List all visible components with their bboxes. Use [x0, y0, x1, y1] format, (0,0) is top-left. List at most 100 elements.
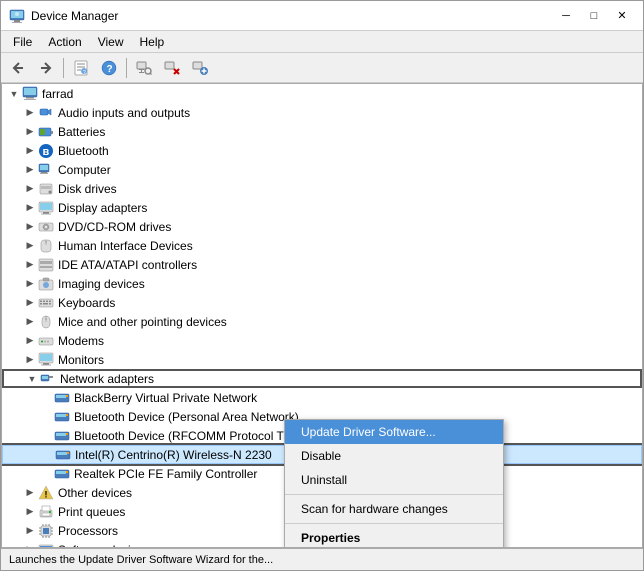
menu-help[interactable]: Help [132, 33, 173, 51]
expand-modems[interactable]: ▶ [22, 335, 38, 346]
software-dev-label: Software devices [58, 543, 149, 549]
ide-label: IDE ATA/ATAPI controllers [58, 258, 197, 272]
tree-item-computer[interactable]: ▶ Computer [2, 160, 642, 179]
imaging-icon [38, 276, 54, 292]
netcard-realtek-icon [54, 466, 70, 482]
modems-label: Modems [58, 334, 104, 348]
context-menu-scan[interactable]: Scan for hardware changes [285, 497, 503, 521]
properties-button[interactable]: ? [68, 56, 94, 80]
menu-view[interactable]: View [90, 33, 132, 51]
tree-item-keyboards[interactable]: ▶ Keyboards [2, 293, 642, 312]
context-menu-disable[interactable]: Disable [285, 444, 503, 468]
tree-item-hid[interactable]: ▶ Human Interface Devices [2, 236, 642, 255]
processors-label: Processors [58, 524, 118, 538]
expand-disk[interactable]: ▶ [22, 183, 38, 194]
tree-item-display[interactable]: ▶ Display adapters [2, 198, 642, 217]
context-menu-properties[interactable]: Properties [285, 526, 503, 548]
audio-label: Audio inputs and outputs [58, 106, 190, 120]
expand-bluetooth[interactable]: ▶ [22, 145, 38, 156]
tree-item-blackberry[interactable]: BlackBerry Virtual Private Network [2, 388, 642, 407]
svg-text:?: ? [107, 64, 113, 75]
forward-button[interactable] [33, 56, 59, 80]
tree-item-batteries[interactable]: ▶ Batteries [2, 122, 642, 141]
display-label: Display adapters [58, 201, 147, 215]
context-menu-uninstall[interactable]: Uninstall [285, 468, 503, 492]
tree-item-bluetooth[interactable]: ▶ ʙ Bluetooth [2, 141, 642, 160]
expand-imaging[interactable]: ▶ [22, 278, 38, 289]
expand-mice[interactable]: ▶ [22, 316, 38, 327]
expand-dvd[interactable]: ▶ [22, 221, 38, 232]
monitor-icon [38, 352, 54, 368]
printer-icon [38, 504, 54, 520]
bluetooth-icon: ʙ [38, 143, 54, 159]
expand-keyboards[interactable]: ▶ [22, 297, 38, 308]
mice-label: Mice and other pointing devices [58, 315, 227, 329]
expand-network[interactable]: ▼ [24, 374, 40, 384]
title-bar: Device Manager ─ □ ✕ [1, 1, 643, 31]
expand-hid[interactable]: ▶ [22, 240, 38, 251]
expand-software-dev[interactable]: ▶ [22, 544, 38, 548]
main-content: ▼ farrad ▶ [1, 83, 643, 548]
tree-item-monitors[interactable]: ▶ Monitors [2, 350, 642, 369]
add-button[interactable] [187, 56, 213, 80]
expand-batteries[interactable]: ▶ [22, 126, 38, 137]
svg-text:?: ? [83, 70, 86, 76]
farrad-label: farrad [42, 87, 73, 101]
audio-icon [38, 105, 54, 121]
expand-print[interactable]: ▶ [22, 506, 38, 517]
monitors-label: Monitors [58, 353, 104, 367]
tree-item-ide[interactable]: ▶ IDE ATA/ATAPI controllers [2, 255, 642, 274]
tree-item-network[interactable]: ▼ Network adapters [2, 369, 642, 388]
expand-monitors[interactable]: ▶ [22, 354, 38, 365]
hid-label: Human Interface Devices [58, 239, 193, 253]
svg-text:ʙ: ʙ [43, 146, 50, 158]
other-label: Other devices [58, 486, 132, 500]
intel-label: Intel(R) Centrino(R) Wireless-N 2230 [75, 448, 272, 462]
menu-action[interactable]: Action [40, 33, 89, 51]
help-button[interactable]: ? [96, 56, 122, 80]
device-manager-window: Device Manager ─ □ ✕ File Action View He… [0, 0, 644, 571]
status-bar: Launches the Update Driver Software Wiza… [1, 548, 643, 570]
expand-farrad[interactable]: ▼ [6, 89, 22, 99]
processor-icon [38, 523, 54, 539]
dvd-label: DVD/CD-ROM drives [58, 220, 171, 234]
display-icon [38, 200, 54, 216]
imaging-label: Imaging devices [58, 277, 145, 291]
maximize-button[interactable]: □ [581, 6, 607, 26]
network-icon [40, 371, 56, 387]
context-menu-update[interactable]: Update Driver Software... [285, 420, 503, 444]
batteries-icon [38, 124, 54, 140]
netcard-intel-icon [55, 447, 71, 463]
expand-ide[interactable]: ▶ [22, 259, 38, 270]
back-button[interactable] [5, 56, 31, 80]
disk-icon [38, 181, 54, 197]
expand-display[interactable]: ▶ [22, 202, 38, 213]
netcard-btpan-icon [54, 409, 70, 425]
tree-item-modems[interactable]: ▶ Modems [2, 331, 642, 350]
menu-file[interactable]: File [5, 33, 40, 51]
remove-button[interactable] [159, 56, 185, 80]
scan-button[interactable] [131, 56, 157, 80]
minimize-button[interactable]: ─ [553, 6, 579, 26]
close-button[interactable]: ✕ [609, 6, 635, 26]
modem-icon [38, 333, 54, 349]
tree-item-dvd[interactable]: ▶ DVD/CD-ROM drives [2, 217, 642, 236]
expand-other[interactable]: ▶ [22, 487, 38, 498]
title-icon [9, 8, 25, 24]
expand-processors[interactable]: ▶ [22, 525, 38, 536]
separator-1 [63, 58, 64, 78]
tree-item-mice[interactable]: ▶ Mice and other pointing devices [2, 312, 642, 331]
blackberry-label: BlackBerry Virtual Private Network [74, 391, 257, 405]
keyboards-label: Keyboards [58, 296, 115, 310]
device-tree[interactable]: ▼ farrad ▶ [1, 83, 643, 548]
tree-item-audio[interactable]: ▶ Audio inputs and outputs [2, 103, 642, 122]
computer-icon [22, 86, 38, 102]
tree-item-imaging[interactable]: ▶ Imaging devices [2, 274, 642, 293]
expand-audio[interactable]: ▶ [22, 107, 38, 118]
expand-computer[interactable]: ▶ [22, 164, 38, 175]
netcard-blackberry-icon [54, 390, 70, 406]
btpan-label: Bluetooth Device (Personal Area Network) [74, 410, 299, 424]
tree-item-disk[interactable]: ▶ Disk drives [2, 179, 642, 198]
batteries-label: Batteries [58, 125, 105, 139]
tree-item-farrad[interactable]: ▼ farrad [2, 84, 642, 103]
